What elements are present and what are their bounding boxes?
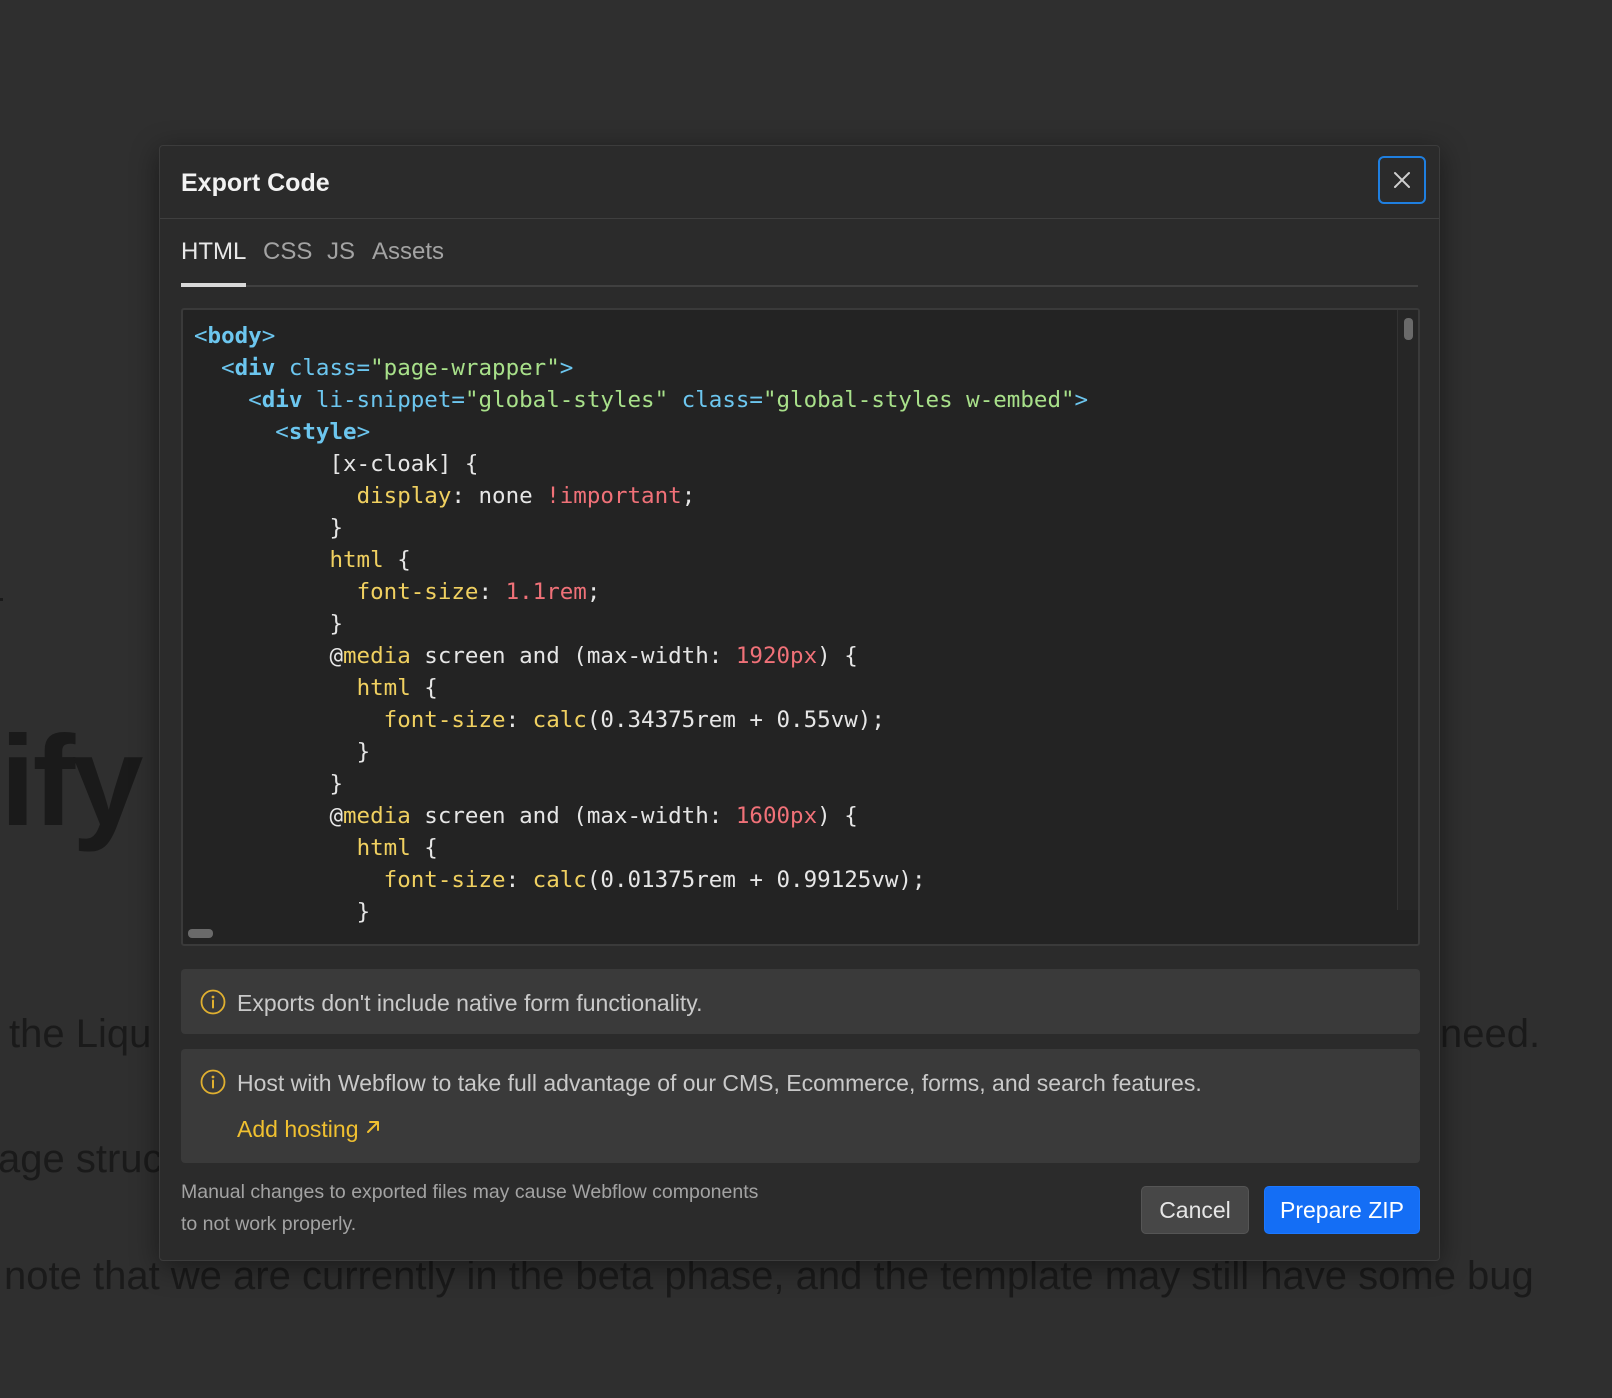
tab-assets[interactable]: Assets bbox=[372, 232, 444, 285]
info-icon bbox=[200, 989, 226, 1015]
modal-title: Export Code bbox=[181, 169, 330, 197]
add-hosting-link[interactable]: Add hosting bbox=[237, 1115, 382, 1143]
vertical-scrollbar-thumb[interactable] bbox=[1404, 318, 1413, 340]
code-line: html { bbox=[329, 547, 411, 573]
footer-warning: Manual changes to exported files may cau… bbox=[181, 1176, 821, 1240]
code-line: display: none !important; bbox=[356, 483, 696, 509]
notice-text: Host with Webflow to take full advantage… bbox=[237, 1070, 1202, 1096]
notice-form-functionality: Exports don't include native form functi… bbox=[181, 969, 1420, 1034]
code-line: [x-cloak] { bbox=[329, 451, 479, 477]
code-line: <div li-snippet="global-styles" class="g… bbox=[248, 387, 1089, 413]
code-line: font-size: 1.1rem; bbox=[356, 579, 601, 605]
code-line: } bbox=[329, 771, 344, 797]
footer-warning-line1: Manual changes to exported files may cau… bbox=[181, 1181, 759, 1203]
prepare-zip-button[interactable]: Prepare ZIP bbox=[1264, 1186, 1420, 1234]
close-icon bbox=[1394, 172, 1410, 188]
code-line: <div class="page-wrapper"> bbox=[221, 355, 574, 381]
code-line: } bbox=[329, 515, 344, 541]
background-text-line1-left: the Liqu bbox=[9, 1012, 152, 1056]
notice-text: Exports don't include native form functi… bbox=[237, 990, 703, 1016]
code-viewer[interactable]: <body> <div class="page-wrapper"> <div l… bbox=[181, 308, 1420, 946]
tab-bar: HTML CSS JS Assets bbox=[181, 232, 1418, 287]
modal-header: Export Code bbox=[160, 146, 1439, 219]
tab-css[interactable]: CSS bbox=[263, 232, 312, 285]
code-line: @media screen and (max-width: 1600px) { bbox=[329, 803, 858, 829]
footer-warning-line2: to not work properly. bbox=[181, 1213, 357, 1235]
code-line: } bbox=[356, 899, 371, 925]
code-content: <body> <div class="page-wrapper"> <div l… bbox=[194, 320, 1088, 928]
code-line: font-size: calc(0.34375rem + 0.55vw); bbox=[383, 707, 885, 733]
code-line: html { bbox=[356, 675, 438, 701]
background-heading: ify bbox=[0, 710, 143, 853]
info-icon bbox=[200, 1069, 226, 1095]
code-line: html { bbox=[356, 835, 438, 861]
tab-html[interactable]: HTML bbox=[181, 232, 247, 287]
background-dot bbox=[0, 598, 3, 601]
code-line: <body> bbox=[194, 323, 276, 349]
tab-js[interactable]: JS bbox=[327, 232, 355, 285]
code-line: font-size: calc(0.01375rem + 0.99125vw); bbox=[383, 867, 926, 893]
code-line: @media screen and (max-width: 1920px) { bbox=[329, 643, 858, 669]
vertical-scrollbar[interactable] bbox=[1397, 310, 1418, 910]
cancel-button[interactable]: Cancel bbox=[1141, 1186, 1249, 1234]
horizontal-scrollbar-thumb[interactable] bbox=[188, 929, 213, 938]
export-code-modal: Export Code HTML CSS JS Assets <body> <d… bbox=[159, 145, 1440, 1261]
code-line: } bbox=[329, 611, 344, 637]
close-button[interactable] bbox=[1378, 156, 1426, 204]
code-line: <style> bbox=[275, 419, 371, 445]
code-line: } bbox=[356, 739, 371, 765]
background-text-line3: note that we are currently in the beta p… bbox=[4, 1254, 1534, 1298]
add-hosting-label: Add hosting bbox=[237, 1116, 359, 1142]
background-text-line1-right: need. bbox=[1440, 1012, 1541, 1056]
arrow-up-right-icon bbox=[367, 1121, 380, 1133]
notice-hosting: Host with Webflow to take full advantage… bbox=[181, 1049, 1420, 1163]
background-text-line2: age struc bbox=[0, 1137, 163, 1181]
